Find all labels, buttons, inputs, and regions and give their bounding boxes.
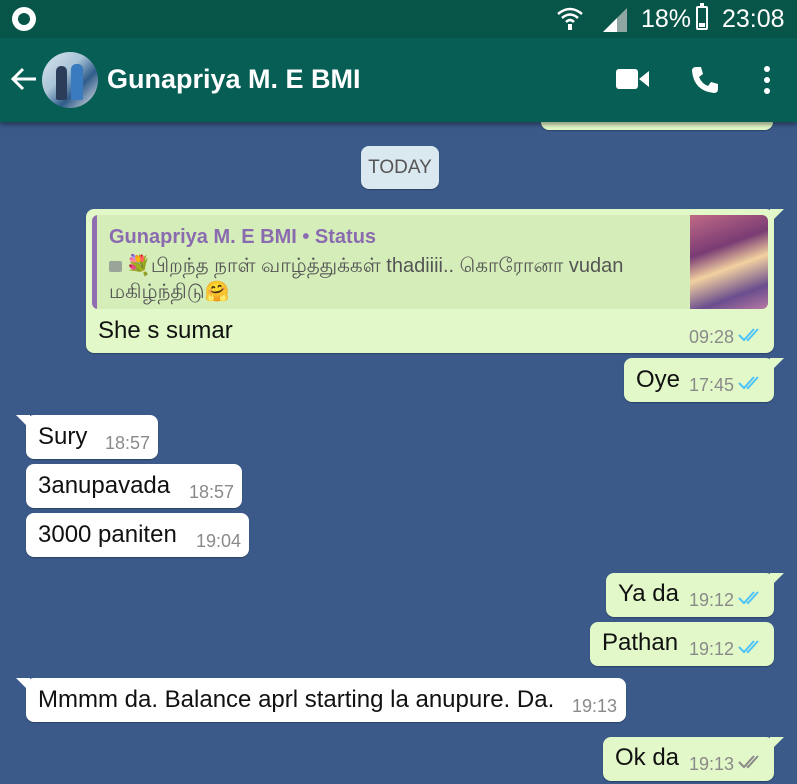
message-text: Ya da (618, 580, 679, 607)
message-bubble-incoming[interactable]: 3000 paniten 19:04 (26, 513, 249, 557)
battery-percent: 18% (641, 5, 692, 33)
wifi-icon (557, 7, 583, 30)
date-chip: TODAY (361, 146, 439, 189)
message-text: Pathan (602, 629, 679, 656)
message-time: 19:13 (572, 696, 618, 716)
image-icon (109, 261, 122, 273)
message-time: 18:57 (105, 433, 151, 453)
double-check-icon (738, 328, 759, 342)
message-bubble-incoming[interactable]: Mmmm da. Balance aprl starting la anupur… (16, 678, 626, 722)
clock: 23:08 (722, 5, 785, 33)
message-bubble-outgoing[interactable]: Gunapriya M. E BMI • Status 💐பிறந்த நாள்… (86, 209, 784, 353)
message-bubble-incoming[interactable]: 3anupavada 18:57 (26, 464, 242, 508)
message-time: 18:57 (189, 482, 235, 502)
double-check-icon (738, 591, 759, 605)
message-bubble-outgoing[interactable]: Oye 17:45 (624, 358, 784, 402)
more-options-icon[interactable] (760, 65, 774, 95)
message-time: 09:28 (689, 327, 735, 347)
quoted-status[interactable]: Gunapriya M. E BMI • Status 💐பிறந்த நாள்… (92, 215, 768, 309)
message-time: 19:13 (689, 754, 735, 774)
message-text: 3anupavada (38, 472, 171, 499)
battery-icon (696, 3, 708, 30)
message-text: Ok da (615, 744, 680, 771)
status-thumbnail (690, 215, 768, 309)
back-arrow-icon[interactable] (10, 65, 38, 93)
avatar[interactable] (42, 52, 98, 108)
quoted-status-text: 💐பிறந்த நாள் வாழ்த்துக்கள் thadiiii.. கொ… (109, 255, 624, 303)
message-text: She s sumar (98, 317, 233, 344)
message-bubble-incoming[interactable]: Sury 18:57 (16, 415, 158, 459)
message-text: Oye (636, 366, 681, 393)
message-time: 19:12 (689, 639, 735, 659)
quoted-author: Gunapriya M. E BMI • Status (109, 226, 377, 248)
message-text: 3000 paniten (38, 521, 177, 548)
message-text: Sury (38, 423, 88, 450)
double-check-icon (738, 376, 759, 390)
status-bar: 18% 23:08 (0, 0, 797, 38)
message-bubble-outgoing[interactable]: Pathan 19:12 (590, 622, 774, 666)
phone-icon[interactable] (690, 65, 720, 95)
message-text: Mmmm da. Balance aprl starting la anupur… (38, 686, 555, 713)
signal-icon (603, 8, 627, 32)
aperture-icon (12, 7, 36, 31)
message-bubble-outgoing[interactable]: Ok da 19:13 (603, 737, 784, 781)
video-call-icon[interactable] (616, 68, 650, 90)
chat-header: Gunapriya M. E BMI (0, 38, 797, 122)
double-check-icon (738, 640, 759, 654)
contact-name[interactable]: Gunapriya M. E BMI (107, 64, 361, 95)
double-check-icon (738, 755, 759, 769)
message-time: 19:04 (196, 531, 242, 551)
message-time: 17:45 (689, 375, 735, 395)
message-time: 19:12 (689, 590, 735, 610)
message-bubble-outgoing[interactable]: Ya da 19:12 (606, 573, 784, 617)
